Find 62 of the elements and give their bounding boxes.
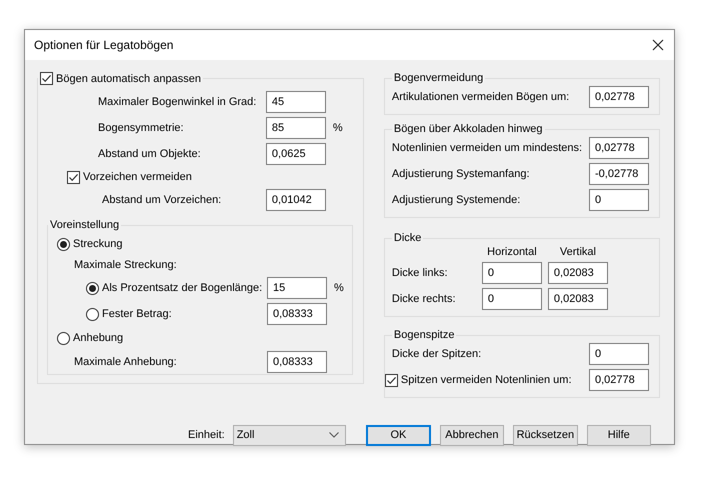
field-label: Adjustierung Systemanfang: (392, 168, 531, 180)
group-title: Dicke (394, 232, 422, 244)
group-title: Bögen über Akkoladen hinweg (394, 123, 543, 135)
input-field[interactable]: 0 (482, 262, 542, 284)
input-field[interactable]: 85 (266, 117, 326, 139)
close-icon[interactable] (652, 39, 664, 51)
field-label: Dicke rechts: (392, 293, 456, 305)
dialog-button[interactable]: Rücksetzen (513, 424, 578, 446)
field-label: Maximale Anhebung: (74, 356, 178, 368)
radio-button[interactable] (86, 308, 99, 320)
input-field[interactable]: 0,02083 (548, 262, 608, 284)
group-title: Bogenspitze (394, 329, 454, 341)
input-field[interactable]: 0,02778 (589, 86, 649, 108)
input-field[interactable]: 0,08333 (267, 351, 327, 373)
input-field[interactable]: 0,01042 (266, 189, 326, 211)
unit-label: Einheit: (188, 429, 225, 441)
field-label: Notenlinien vermeiden um mindestens: (392, 142, 584, 154)
unit-dropdown[interactable]: Zoll (232, 424, 346, 446)
input-field[interactable]: 0,02778 (589, 137, 649, 159)
group-title: Bogenvermeidung (394, 72, 484, 84)
checkbox[interactable] (384, 374, 398, 386)
unit-label: % (332, 122, 343, 134)
checkbox[interactable] (40, 72, 53, 85)
radio-label[interactable]: Anhebung (73, 332, 124, 344)
field-label: Dicke links: (392, 267, 449, 279)
chevron-down-icon (329, 432, 340, 438)
field-label: Abstand um Objekte: (98, 148, 202, 160)
input-field[interactable]: 0,02083 (548, 288, 608, 310)
input-field[interactable]: 0 (589, 343, 649, 365)
checkbox-label[interactable]: Spitzen vermeiden Notenlinien um: (400, 374, 586, 386)
radio-label[interactable]: Als Prozentsatz der Bogenlänge: (102, 282, 267, 294)
unit-label: % (334, 282, 344, 294)
input-field[interactable]: 45 (266, 91, 326, 113)
column-header: Horizontal (486, 246, 538, 258)
radio-button[interactable] (57, 332, 70, 344)
group-title: Voreinstellung (50, 219, 120, 231)
checkbox[interactable] (67, 170, 80, 184)
checkbox-label[interactable]: Vorzeichen vermeiden (83, 171, 192, 183)
radio-button[interactable] (57, 238, 70, 250)
radio-button[interactable] (86, 282, 99, 294)
field-label: Artikulationen vermeiden Bögen um: (392, 91, 570, 103)
checkbox-label[interactable]: Bögen automatisch anpassen (56, 72, 201, 84)
field-label: Bogensymmetrie: (98, 122, 185, 134)
input-field[interactable]: 0,02778 (589, 369, 649, 391)
input-field[interactable]: 0 (482, 288, 542, 310)
radio-label[interactable]: Fester Betrag: (102, 308, 267, 320)
field-label: Abstand um Vorzeichen: (102, 194, 222, 206)
field-label: Maximaler Bogenwinkel in Grad: (98, 96, 258, 108)
field-label: Adjustierung Systemende: (392, 194, 522, 206)
dialog-button[interactable]: OK (366, 424, 431, 446)
radio-label[interactable]: Streckung (73, 238, 123, 250)
input-field[interactable]: 15 (267, 277, 327, 299)
input-field[interactable]: 0 (589, 189, 649, 211)
window-title: Optionen für Legatobögen (34, 38, 174, 52)
input-field[interactable]: -0,02778 (589, 163, 649, 185)
dialog-button[interactable]: Hilfe (586, 424, 652, 446)
dialog-button[interactable]: Abbrechen (440, 424, 504, 446)
section-label: Maximale Streckung: (74, 259, 177, 271)
field-label: Dicke der Spitzen: (392, 348, 482, 360)
input-field[interactable]: 0,0625 (266, 143, 326, 165)
input-field[interactable]: 0,08333 (267, 303, 327, 325)
column-header: Vertikal (558, 246, 597, 258)
